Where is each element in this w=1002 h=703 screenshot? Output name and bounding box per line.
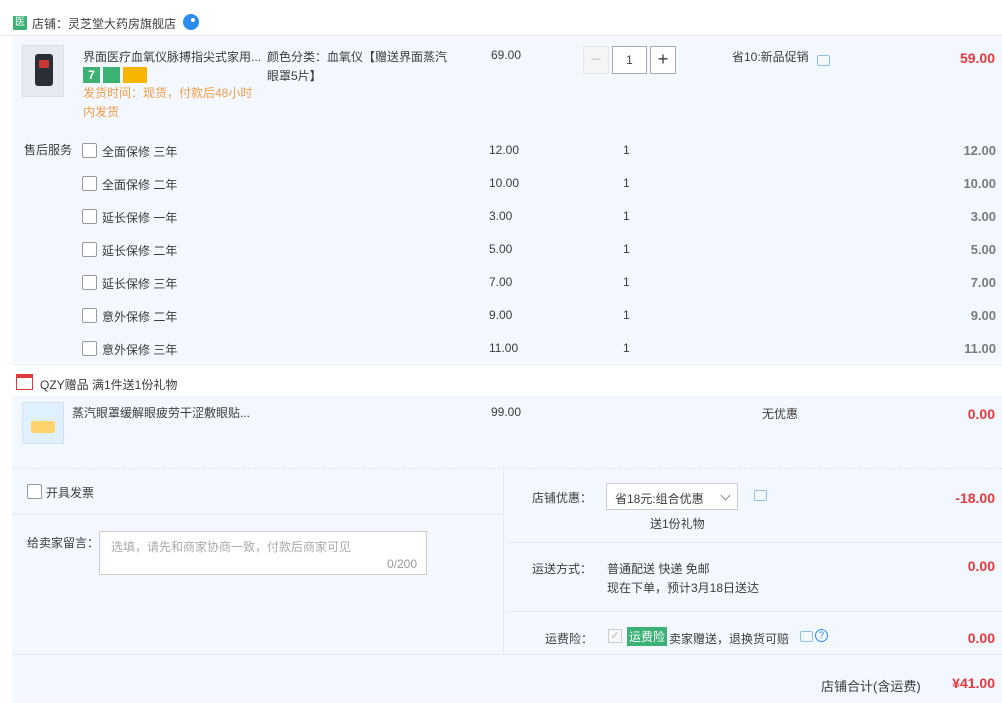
gift-subtotal: 0.00 bbox=[967, 406, 995, 422]
service-name: 全面保修 三年 bbox=[102, 145, 178, 159]
message-char-count: 0/200 bbox=[386, 557, 417, 571]
product-spec: 颜色分类：血氧仪【赠送界面蒸汽眼罩5片】 bbox=[267, 50, 448, 83]
service-price: 5.00 bbox=[489, 242, 513, 256]
service-subtotal: 3.00 bbox=[970, 209, 996, 224]
service-qty: 1 bbox=[623, 308, 630, 322]
seller-message-input[interactable]: 选填，请先和商家协商一致，付款后商家可见 0/200 bbox=[99, 531, 427, 575]
after-sales-label: 售后服务 bbox=[24, 143, 73, 157]
service-name: 意外保修 二年 bbox=[102, 310, 178, 324]
service-price: 9.00 bbox=[489, 308, 513, 322]
discount-amount: -18.00 bbox=[955, 490, 995, 506]
insurance-checkbox: ✓ bbox=[608, 629, 622, 643]
item-subtotal: 59.00 bbox=[959, 50, 995, 66]
service-row[interactable]: 意外保修 三年 11.00 1 11.00 bbox=[82, 340, 1002, 360]
service-qty: 1 bbox=[623, 176, 630, 190]
service-row[interactable]: 意外保修 二年 9.00 1 9.00 bbox=[82, 307, 1002, 327]
invoice-checkbox[interactable] bbox=[27, 484, 42, 499]
service-qty: 1 bbox=[623, 242, 630, 256]
insurance-amount: 0.00 bbox=[967, 630, 995, 646]
unit-price: 69.00 bbox=[491, 48, 522, 62]
service-checkbox[interactable] bbox=[82, 176, 97, 191]
shipping-method: 普通配送 快递 免邮 bbox=[607, 562, 710, 576]
divider bbox=[12, 364, 1002, 365]
service-subtotal: 7.00 bbox=[970, 275, 996, 290]
service-price: 11.00 bbox=[489, 341, 519, 355]
gift-promo: 无优惠 bbox=[762, 407, 799, 421]
service-qty: 1 bbox=[623, 209, 630, 223]
divider bbox=[12, 514, 504, 515]
service-checkbox[interactable] bbox=[82, 341, 97, 356]
delivery-estimate: 现在下单，预计3月18日送达 bbox=[607, 581, 760, 595]
service-row[interactable]: 延长保修 三年 7.00 1 7.00 bbox=[82, 274, 1002, 294]
shop-type-badge: 医 bbox=[13, 16, 27, 30]
service-subtotal: 5.00 bbox=[970, 242, 996, 257]
credit-card-icon bbox=[123, 67, 147, 83]
insurance-detail-icon[interactable] bbox=[800, 631, 813, 642]
gift-header: QZY赠品 满1件送1份礼物 bbox=[40, 378, 178, 392]
service-checkbox[interactable] bbox=[82, 143, 97, 158]
insurance-text: 卖家赠送，退换货可赔 bbox=[669, 632, 790, 646]
product-thumbnail[interactable] bbox=[22, 45, 64, 97]
gift-thumbnail[interactable] bbox=[22, 402, 64, 444]
service-qty: 1 bbox=[623, 143, 630, 157]
discount-detail-icon[interactable] bbox=[754, 490, 767, 501]
service-checkbox[interactable] bbox=[82, 209, 97, 224]
gift-icon bbox=[16, 374, 33, 390]
service-checkbox[interactable] bbox=[82, 242, 97, 257]
service-row[interactable]: 全面保修 二年 10.00 1 10.00 bbox=[82, 175, 1002, 195]
service-checkbox[interactable] bbox=[82, 308, 97, 323]
shipping-amount: 0.00 bbox=[967, 558, 995, 574]
shop-name-link[interactable]: 店铺：灵芝堂大药房旗舰店 bbox=[32, 15, 176, 32]
shipping-time-note: 发货时间：现货，付款后48小时内发货 bbox=[83, 86, 253, 119]
service-checkbox[interactable] bbox=[82, 275, 97, 290]
shop-discount-select[interactable]: 省18元:组合优惠 bbox=[606, 483, 738, 510]
service-price: 12.00 bbox=[489, 143, 520, 157]
product-title-link[interactable]: 界面医疗血氧仪脉搏指尖式家用... bbox=[83, 48, 263, 66]
service-subtotal: 9.00 bbox=[970, 308, 996, 323]
service-row[interactable]: 延长保修 一年 3.00 1 3.00 bbox=[82, 208, 1002, 228]
divider bbox=[508, 611, 1002, 612]
service-subtotal: 12.00 bbox=[963, 143, 996, 158]
chevron-down-icon bbox=[720, 490, 731, 501]
message-placeholder: 选填，请先和商家协商一致，付款后商家可见 bbox=[111, 540, 352, 554]
service-name: 延长保修 三年 bbox=[102, 277, 178, 291]
seven-day-return-icon: 7 bbox=[83, 67, 100, 83]
promotion-text: 省10:新品促销 bbox=[732, 50, 809, 64]
shipping-label: 运送方式： bbox=[532, 562, 593, 576]
discount-note: 送1份礼物 bbox=[650, 517, 705, 531]
insurance-label: 运费险： bbox=[545, 632, 594, 646]
invoice-label: 开具发票 bbox=[46, 486, 95, 500]
divider bbox=[508, 542, 1002, 543]
service-price: 3.00 bbox=[489, 209, 513, 223]
promo-detail-icon[interactable] bbox=[817, 55, 830, 66]
discount-label: 店铺优惠： bbox=[532, 491, 593, 505]
service-qty: 1 bbox=[623, 275, 630, 289]
qty-increase-button[interactable]: + bbox=[650, 46, 676, 74]
service-subtotal: 10.00 bbox=[963, 176, 996, 191]
total-label: 店铺合计(含运费) bbox=[821, 679, 921, 694]
help-icon[interactable]: ? bbox=[815, 629, 828, 642]
service-name: 全面保修 二年 bbox=[102, 178, 178, 192]
service-row[interactable]: 全面保修 三年 12.00 1 12.00 bbox=[82, 142, 1002, 162]
quantity-input[interactable]: 1 bbox=[612, 46, 647, 74]
service-row[interactable]: 延长保修 二年 5.00 1 5.00 bbox=[82, 241, 1002, 261]
service-name: 意外保修 三年 bbox=[102, 343, 178, 357]
service-price: 10.00 bbox=[489, 176, 520, 190]
guarantee-hand-icon bbox=[103, 67, 120, 83]
gift-price: 99.00 bbox=[491, 405, 522, 419]
insurance-tag: 运费险 bbox=[627, 627, 668, 646]
discount-value: 省18元:组合优惠 bbox=[615, 492, 704, 506]
service-name: 延长保修 一年 bbox=[102, 211, 178, 225]
service-subtotal: 11.00 bbox=[964, 341, 996, 356]
total-amount: ¥41.00 bbox=[952, 675, 995, 691]
qty-decrease-button[interactable]: − bbox=[583, 46, 609, 74]
service-qty: 1 bbox=[623, 341, 630, 355]
service-price: 7.00 bbox=[489, 275, 513, 289]
wangwang-chat-icon[interactable] bbox=[183, 14, 199, 30]
message-label: 给卖家留言： bbox=[27, 536, 100, 550]
gift-title-link[interactable]: 蒸汽眼罩缓解眼疲劳干涩敷眼贴... bbox=[72, 404, 272, 422]
service-name: 延长保修 二年 bbox=[102, 244, 178, 258]
